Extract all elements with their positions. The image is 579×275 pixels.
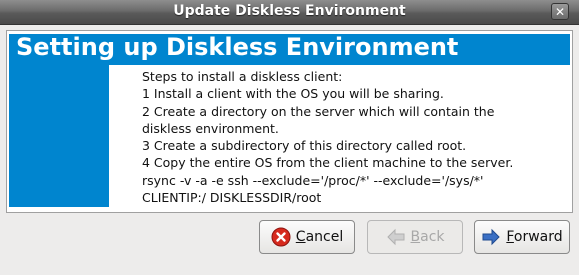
cancel-button[interactable]: Cancel	[259, 220, 355, 254]
instruction-line: rsync -v -a -e ssh --exclude='/proc/*' -…	[142, 172, 484, 188]
instruction-line: 3 Create a subdirectory of this director…	[142, 138, 467, 154]
forward-button[interactable]: Forward	[474, 220, 570, 254]
instruction-line: CLIENTIP:/ DISKLESSDIR/root	[142, 190, 322, 206]
instructions-text: Steps to install a diskless client: 1 In…	[142, 68, 562, 206]
header-banner: Setting up Diskless Environment	[9, 33, 570, 65]
cancel-label: Cancel	[295, 229, 344, 245]
page-title: Setting up Diskless Environment	[16, 33, 459, 61]
back-arrow-icon	[386, 227, 406, 247]
instruction-line: diskless environment.	[142, 120, 279, 136]
instruction-line: 2 Create a directory on the server which…	[142, 103, 495, 119]
forward-arrow-icon	[481, 227, 501, 247]
instruction-line: 1 Install a client with the OS you will …	[142, 86, 444, 102]
cancel-icon	[271, 227, 291, 247]
forward-label: Forward	[506, 229, 563, 245]
window-title: Update Diskless Environment	[173, 3, 406, 19]
instruction-line: Steps to install a diskless client:	[142, 69, 343, 84]
back-button[interactable]: Back	[367, 220, 463, 254]
window-titlebar[interactable]: Update Diskless Environment ✕	[0, 0, 579, 25]
close-icon[interactable]: ✕	[551, 3, 569, 20]
back-label: Back	[410, 229, 445, 245]
instruction-line: 4 Copy the entire OS from the client mac…	[142, 155, 514, 171]
sidebar-panel	[9, 65, 109, 207]
